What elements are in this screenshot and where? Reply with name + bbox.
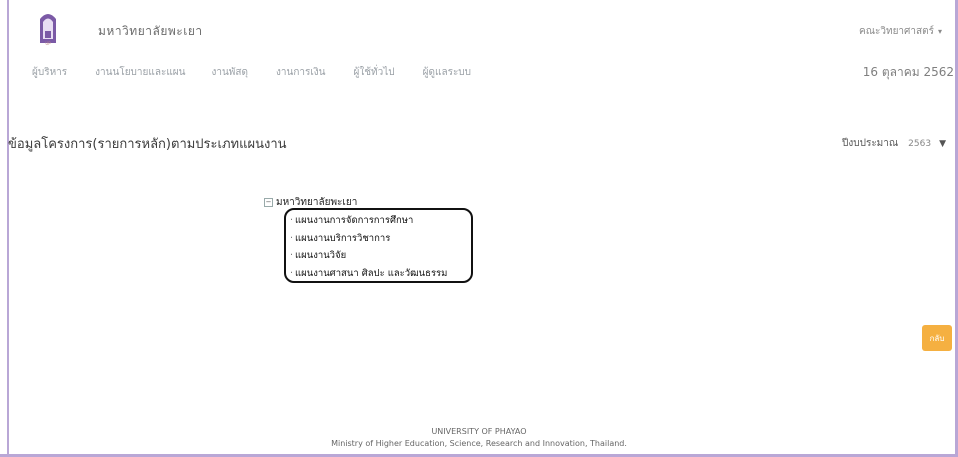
- page-title: ข้อมูลโครงการ(รายการหลัก)ตามประเภทแผนงาน: [8, 137, 287, 152]
- chevron-down-icon: ▾: [937, 27, 942, 36]
- app-title[interactable]: มหาวิทยาลัยพะเยา: [98, 22, 203, 41]
- footer-university: UNIVERSITY OF PHAYAO: [431, 427, 527, 436]
- back-button[interactable]: กลับ: [922, 325, 952, 351]
- tree-children: แผนงานการจัดการการศึกษา แผนงานบริการวิชา…: [284, 208, 473, 283]
- nav-item-policy-planning[interactable]: งานนโยบายและแผน: [95, 65, 185, 80]
- budget-year-value: 2563: [908, 138, 932, 149]
- user-menu-label: คณะวิทยาศาสตร์: [859, 26, 934, 37]
- svg-text:UP: UP: [45, 41, 51, 46]
- nav-item-finance[interactable]: งานการเงิน: [276, 65, 326, 80]
- tree-item[interactable]: แผนงานวิจัย: [290, 247, 467, 265]
- collapse-icon[interactable]: −: [264, 198, 273, 207]
- footer-ministry: Ministry of Higher Education, Science, R…: [331, 439, 627, 448]
- main-nav: ผู้บริหาร งานนโยบายและแผน งานพัสดุ งานกา…: [32, 65, 499, 80]
- tree-item[interactable]: แผนงานบริการวิชาการ: [290, 230, 467, 248]
- user-menu[interactable]: คณะวิทยาศาสตร์ ▾: [859, 24, 942, 39]
- budget-year-filter: ปีงบประมาณ 2563 ▼: [842, 136, 948, 151]
- nav-item-procurement[interactable]: งานพัสดุ: [211, 65, 248, 80]
- tree-item[interactable]: แผนงานการจัดการการศึกษา: [290, 212, 467, 230]
- plan-tree: − มหาวิทยาลัยพะเยา แผนงานการจัดการการศึก…: [264, 195, 473, 283]
- nav-item-executive[interactable]: ผู้บริหาร: [32, 65, 67, 80]
- chevron-down-icon: ▼: [939, 138, 946, 149]
- nav-item-admin[interactable]: ผู้ดูแลระบบ: [423, 65, 471, 80]
- tree-item[interactable]: แผนงานศาสนา ศิลปะ และวัฒนธรรม: [290, 265, 467, 283]
- left-border: [0, 0, 9, 457]
- nav-item-general-user[interactable]: ผู้ใช้ทั่วไป: [354, 65, 395, 80]
- budget-year-select[interactable]: 2563 ▼: [906, 137, 948, 151]
- current-date: 16 ตุลาคม 2562: [862, 65, 954, 79]
- footer: UNIVERSITY OF PHAYAO Ministry of Higher …: [0, 426, 958, 450]
- university-logo-icon[interactable]: UP: [38, 9, 58, 47]
- budget-year-label: ปีงบประมาณ: [842, 138, 899, 149]
